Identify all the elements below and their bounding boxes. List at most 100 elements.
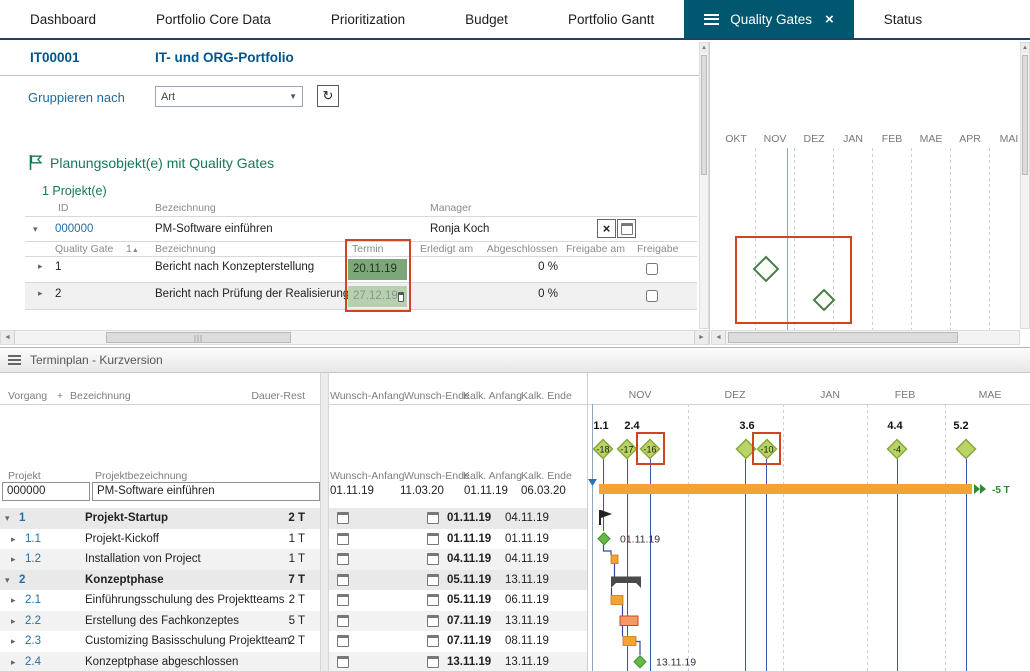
col-header-id[interactable]: ID bbox=[58, 202, 69, 214]
col-header-bezeichnung[interactable]: Bezeichnung bbox=[70, 390, 131, 402]
sort-indicator[interactable]: 1▲ bbox=[126, 243, 139, 255]
calendar-icon[interactable] bbox=[337, 532, 349, 545]
chevron-right-icon[interactable]: ▸ bbox=[11, 590, 16, 611]
col-header-wunsch-ende[interactable]: Wunsch-Ende bbox=[404, 470, 470, 482]
chevron-right-icon[interactable]: ▸ bbox=[11, 652, 16, 671]
calendar-icon[interactable] bbox=[427, 655, 439, 668]
task-row[interactable]: ▾ 1 Projekt-Startup 2 T 01.11.19 04.11.1… bbox=[0, 508, 588, 529]
vertical-scrollbar[interactable]: ▲ bbox=[699, 42, 709, 329]
gate-name[interactable]: Bericht nach Prüfung der Realisierung bbox=[155, 288, 349, 300]
tab-status[interactable]: Status bbox=[854, 0, 952, 38]
terminplan-header[interactable]: Terminplan - Kurzversion bbox=[0, 348, 1030, 373]
col-header-erledigt-am[interactable]: Erledigt am bbox=[420, 243, 473, 255]
project-name-field[interactable]: PM-Software einführen bbox=[92, 482, 320, 501]
quality-gate-diamond[interactable] bbox=[752, 255, 780, 283]
col-header-termin[interactable]: Termin bbox=[352, 243, 384, 255]
menu-icon[interactable] bbox=[704, 11, 720, 27]
scroll-left-button[interactable]: ◄ bbox=[1, 331, 15, 344]
tab-portfolio-core-data[interactable]: Portfolio Core Data bbox=[126, 0, 301, 38]
gantt-bar-task[interactable] bbox=[610, 595, 624, 605]
calendar-icon[interactable] bbox=[337, 573, 349, 586]
calendar-icon[interactable] bbox=[427, 594, 439, 606]
gantt-bar-task[interactable] bbox=[610, 554, 619, 564]
scrollbar-thumb[interactable] bbox=[728, 332, 958, 343]
scroll-right-button[interactable]: ► bbox=[694, 331, 708, 344]
scrollbar-thumb[interactable] bbox=[701, 55, 707, 175]
calendar-icon[interactable] bbox=[427, 512, 439, 524]
col-header-kalk-anfang[interactable]: Kalk. Anfang bbox=[463, 390, 522, 402]
project-wunsch-anfang[interactable]: 01.11.19 bbox=[330, 482, 374, 501]
task-row[interactable]: ▾ 2 Konzeptphase 7 T 05.11.19 13.11.19 bbox=[0, 569, 588, 591]
project-id[interactable]: 000000 bbox=[55, 223, 93, 235]
chevron-right-icon[interactable]: ▸ bbox=[38, 261, 43, 272]
col-header-projektbezeichnung[interactable]: Projektbezeichnung bbox=[95, 470, 187, 482]
col-header-wunsch-anfang[interactable]: Wunsch-Anfang bbox=[330, 470, 405, 482]
delete-button[interactable]: × bbox=[597, 219, 616, 238]
tab-portfolio-gantt[interactable]: Portfolio Gantt bbox=[538, 0, 684, 38]
calendar-icon[interactable] bbox=[397, 291, 404, 302]
col-header-abgeschlossen[interactable]: Abgeschlossen bbox=[480, 243, 558, 255]
chevron-down-icon[interactable]: ▾ bbox=[33, 224, 38, 235]
scrollbar-thumb[interactable] bbox=[1022, 55, 1028, 175]
calendar-icon[interactable] bbox=[427, 573, 439, 586]
menu-icon[interactable] bbox=[8, 353, 21, 367]
gate-name[interactable]: Bericht nach Konzepterstellung bbox=[155, 261, 314, 273]
calendar-icon[interactable] bbox=[337, 655, 349, 668]
calendar-icon[interactable] bbox=[337, 594, 349, 606]
col-header-freigabe-am[interactable]: Freigabe am bbox=[566, 243, 625, 255]
quality-gate-diamond[interactable] bbox=[812, 288, 836, 312]
milestone-diamond[interactable] bbox=[633, 655, 647, 669]
col-header-projekt[interactable]: Projekt bbox=[8, 470, 41, 482]
calendar-icon[interactable] bbox=[337, 553, 349, 565]
gantt-bar-task[interactable] bbox=[622, 636, 637, 646]
tab-quality-gates[interactable]: Quality Gates × bbox=[684, 0, 854, 38]
project-id-field[interactable]: 000000 bbox=[2, 482, 90, 501]
col-header-wunsch-anfang[interactable]: Wunsch-Anfang bbox=[330, 390, 405, 402]
milestone-diamond[interactable] bbox=[597, 532, 611, 546]
col-header-freigabe[interactable]: Freigabe bbox=[637, 243, 678, 255]
horizontal-scrollbar[interactable]: ◄ ► bbox=[0, 330, 709, 345]
scroll-up-button[interactable]: ▲ bbox=[700, 43, 708, 53]
calendar-icon[interactable] bbox=[337, 635, 349, 647]
gantt-bar-task[interactable] bbox=[619, 615, 639, 626]
task-row[interactable]: ▸ 2.2 Erstellung des Fachkonzeptes 5 T 0… bbox=[0, 610, 588, 632]
group-by-select[interactable]: Art ▼ bbox=[155, 86, 303, 107]
horizontal-scrollbar[interactable]: ◄ bbox=[711, 330, 1020, 345]
refresh-button[interactable]: ↻ bbox=[317, 85, 339, 107]
calendar-icon[interactable] bbox=[427, 532, 439, 545]
col-header-kalk-anfang[interactable]: Kalk. Anfang bbox=[463, 470, 522, 482]
task-row[interactable]: ▸ 1.1 Projekt-Kickoff 1 T 01.11.19 01.11… bbox=[0, 528, 588, 550]
freigabe-checkbox[interactable] bbox=[646, 263, 658, 275]
calendar-icon[interactable] bbox=[427, 553, 439, 565]
quality-gate-diamond[interactable] bbox=[955, 438, 977, 460]
calendar-icon[interactable] bbox=[427, 614, 439, 627]
gate-termin-cell[interactable]: 27.12.19 bbox=[348, 286, 407, 307]
task-row[interactable]: ▸ 2.3 Customizing Basisschulung Projektt… bbox=[0, 631, 588, 652]
gate-termin-cell[interactable]: 20.11.19 bbox=[348, 259, 407, 280]
chevron-down-icon[interactable]: ▾ bbox=[5, 508, 10, 529]
freigabe-checkbox[interactable] bbox=[646, 290, 658, 302]
col-header-kalk-ende[interactable]: Kalk. Ende bbox=[521, 470, 572, 482]
tab-budget[interactable]: Budget bbox=[435, 0, 538, 38]
tab-dashboard[interactable]: Dashboard bbox=[0, 0, 126, 38]
calendar-icon[interactable] bbox=[337, 614, 349, 627]
scroll-left-button[interactable]: ◄ bbox=[712, 331, 726, 344]
col-header-kalk-ende[interactable]: Kalk. Ende bbox=[521, 390, 572, 402]
calendar-icon[interactable] bbox=[427, 635, 439, 647]
chevron-right-icon[interactable]: ▸ bbox=[11, 611, 16, 632]
gantt-bar-summary[interactable] bbox=[611, 576, 641, 584]
col-header-manager[interactable]: Manager bbox=[430, 202, 471, 214]
scrollbar-thumb[interactable] bbox=[106, 332, 291, 343]
col-header-wunsch-ende[interactable]: Wunsch-Ende bbox=[404, 390, 470, 402]
add-task-button[interactable]: + bbox=[57, 390, 63, 402]
calendar-icon[interactable] bbox=[337, 512, 349, 524]
chevron-right-icon[interactable]: ▸ bbox=[11, 529, 16, 550]
col-header-dauer-rest[interactable]: Dauer-Rest bbox=[245, 390, 305, 402]
phase-flag-icon[interactable] bbox=[601, 510, 612, 518]
col-header-quality-gate[interactable]: Quality Gate bbox=[55, 243, 113, 255]
chevron-down-icon[interactable]: ▾ bbox=[5, 570, 10, 591]
chevron-right-icon[interactable]: ▸ bbox=[38, 288, 43, 299]
task-row[interactable]: ▸ 2.1 Einführungsschulung des Projekttea… bbox=[0, 590, 588, 611]
gantt-bar-project[interactable] bbox=[599, 484, 972, 494]
col-header-name[interactable]: Bezeichnung bbox=[155, 202, 216, 214]
